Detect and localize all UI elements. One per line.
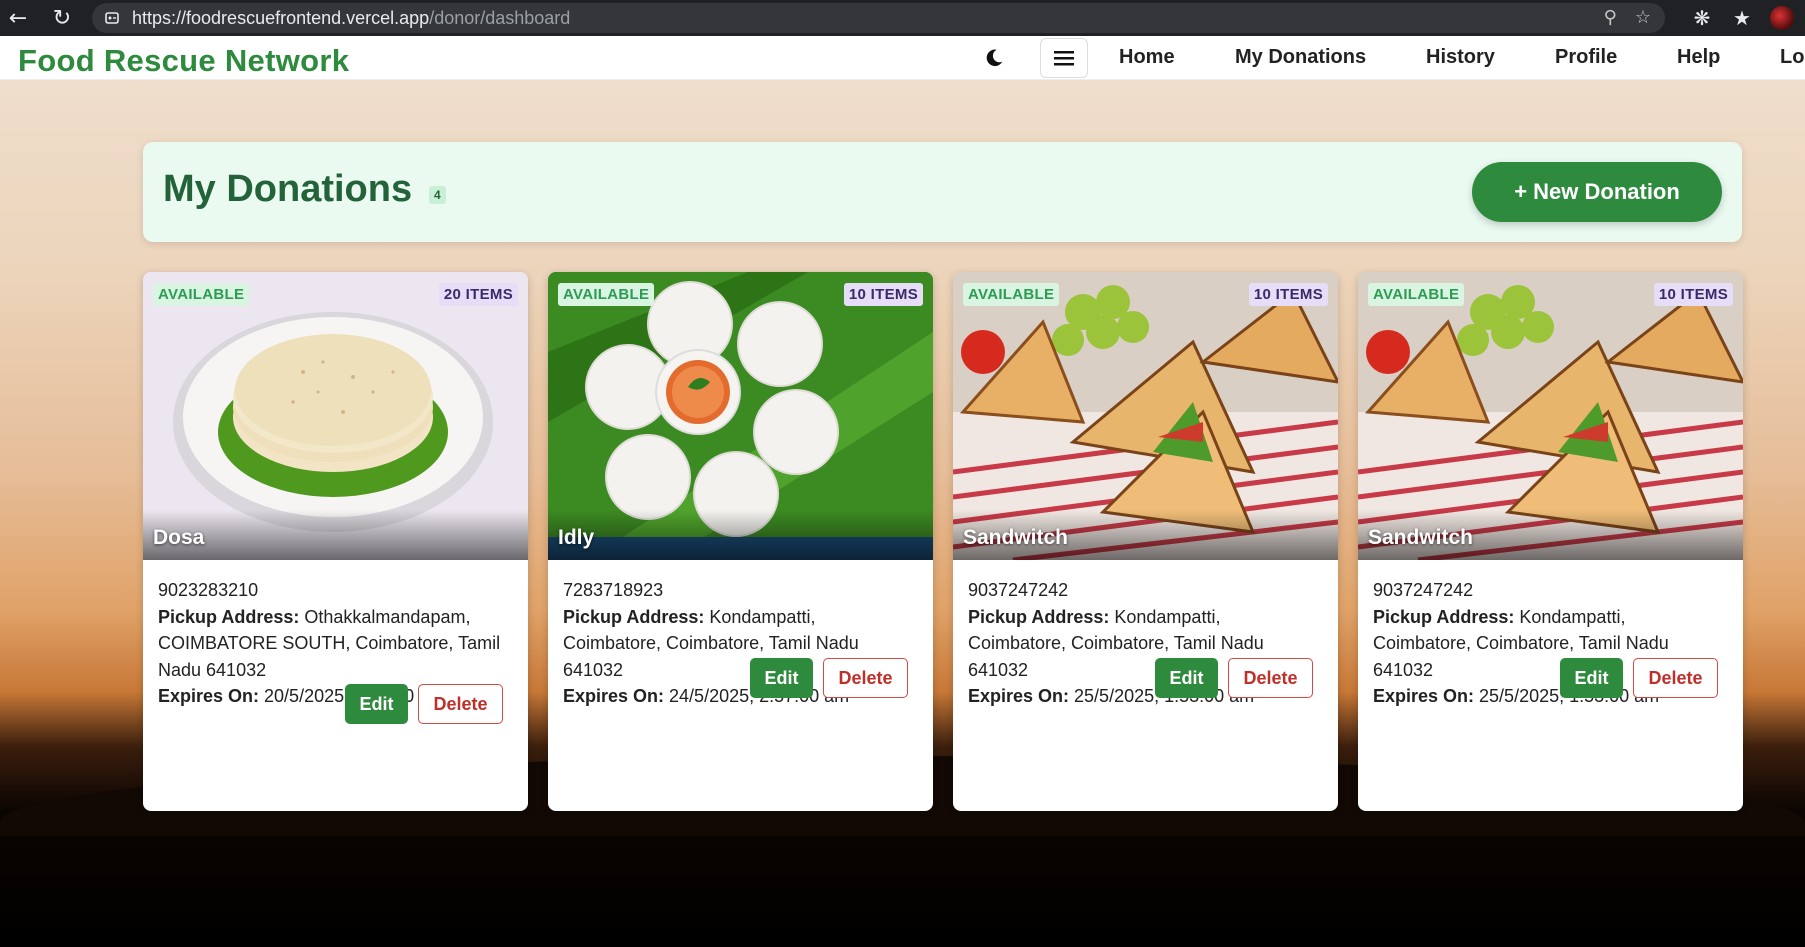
back-arrow-icon[interactable]: ← xyxy=(0,0,36,36)
url-text: https://foodrescuefrontend.vercel.app/do… xyxy=(132,8,570,29)
edit-button[interactable]: Edit xyxy=(345,684,408,724)
donation-card: AVAILABLE 10 ITEMS Sandwitch 9037247242 … xyxy=(953,272,1338,811)
key-icon[interactable]: ⚲ xyxy=(1604,7,1617,28)
food-image: AVAILABLE 20 ITEMS Dosa xyxy=(143,272,528,560)
donation-card: AVAILABLE 20 ITEMS Dosa 9023283210 Picku… xyxy=(143,272,528,811)
donation-card: AVAILABLE 10 ITEMS Sandwitch 9037247242 … xyxy=(1358,272,1743,811)
nav-link-history[interactable]: History xyxy=(1426,46,1495,69)
nav-link-logout[interactable]: Lo xyxy=(1780,46,1804,69)
phone-number: 9023283210 xyxy=(158,580,259,600)
food-image: AVAILABLE 10 ITEMS Sandwitch xyxy=(1358,272,1743,560)
browser-toolbar: ← ↻ https://foodrescuefrontend.vercel.ap… xyxy=(0,0,1805,36)
favorites-icon[interactable]: ★ xyxy=(1725,1,1759,35)
hamburger-menu-button[interactable] xyxy=(1040,38,1088,78)
status-badge: AVAILABLE xyxy=(558,283,655,306)
status-badge: AVAILABLE xyxy=(963,283,1060,306)
nav-link-help[interactable]: Help xyxy=(1677,46,1720,69)
delete-button[interactable]: Delete xyxy=(823,658,908,698)
avatar xyxy=(1770,6,1794,30)
phone-number: 9037247242 xyxy=(968,580,1069,600)
food-name: Sandwitch xyxy=(1368,526,1474,549)
items-badge: 20 ITEMS xyxy=(438,283,518,306)
food-image: AVAILABLE 10 ITEMS Idly xyxy=(548,272,933,560)
phone-number: 7283718923 xyxy=(563,580,664,600)
edit-button[interactable]: Edit xyxy=(1560,658,1623,698)
phone-number: 9037247242 xyxy=(1373,580,1474,600)
address-bar[interactable]: https://foodrescuefrontend.vercel.app/do… xyxy=(92,3,1665,33)
items-badge: 10 ITEMS xyxy=(1248,283,1328,306)
extensions-icon[interactable]: ❋ xyxy=(1685,1,1719,35)
edit-button[interactable]: Edit xyxy=(750,658,813,698)
brand-logo[interactable]: Food Rescue Network xyxy=(18,43,349,79)
donations-header: My Donations 4 + New Donation xyxy=(143,142,1742,242)
items-badge: 10 ITEMS xyxy=(1653,283,1733,306)
page: Food Rescue Network Home My Donations Hi… xyxy=(0,36,1805,947)
hamburger-icon xyxy=(1054,51,1074,66)
items-badge: 10 ITEMS xyxy=(843,283,923,306)
profile-avatar[interactable] xyxy=(1765,1,1799,35)
site-info-icon[interactable] xyxy=(104,10,120,26)
pickup-address: Pickup Address: Othakkalmandapam, COIMBA… xyxy=(158,606,501,680)
star-icon[interactable]: ☆ xyxy=(1635,7,1651,28)
food-name: Sandwitch xyxy=(963,526,1069,549)
status-badge: AVAILABLE xyxy=(153,283,250,306)
status-badge: AVAILABLE xyxy=(1368,283,1465,306)
url-host: https://foodrescuefrontend.vercel.app xyxy=(132,7,430,28)
reload-icon[interactable]: ↻ xyxy=(44,0,80,36)
food-image: AVAILABLE 10 ITEMS Sandwitch xyxy=(953,272,1338,560)
nav-link-my-donations[interactable]: My Donations xyxy=(1235,46,1366,69)
donation-card: AVAILABLE 10 ITEMS Idly 7283718923 Picku… xyxy=(548,272,933,811)
food-name: Dosa xyxy=(153,526,205,549)
url-path: /donor/dashboard xyxy=(429,7,571,28)
edit-button[interactable]: Edit xyxy=(1155,658,1218,698)
donation-count-badge: 4 xyxy=(429,186,446,204)
food-name: Idly xyxy=(558,526,595,549)
nav-link-home[interactable]: Home xyxy=(1119,46,1175,69)
delete-button[interactable]: Delete xyxy=(1228,658,1313,698)
nav-link-profile[interactable]: Profile xyxy=(1555,46,1617,69)
moon-icon[interactable] xyxy=(980,44,1008,72)
page-title: My Donations xyxy=(163,168,413,210)
new-donation-button[interactable]: + New Donation xyxy=(1472,162,1722,222)
navbar: Food Rescue Network Home My Donations Hi… xyxy=(0,36,1805,80)
delete-button[interactable]: Delete xyxy=(418,684,503,724)
delete-button[interactable]: Delete xyxy=(1633,658,1718,698)
